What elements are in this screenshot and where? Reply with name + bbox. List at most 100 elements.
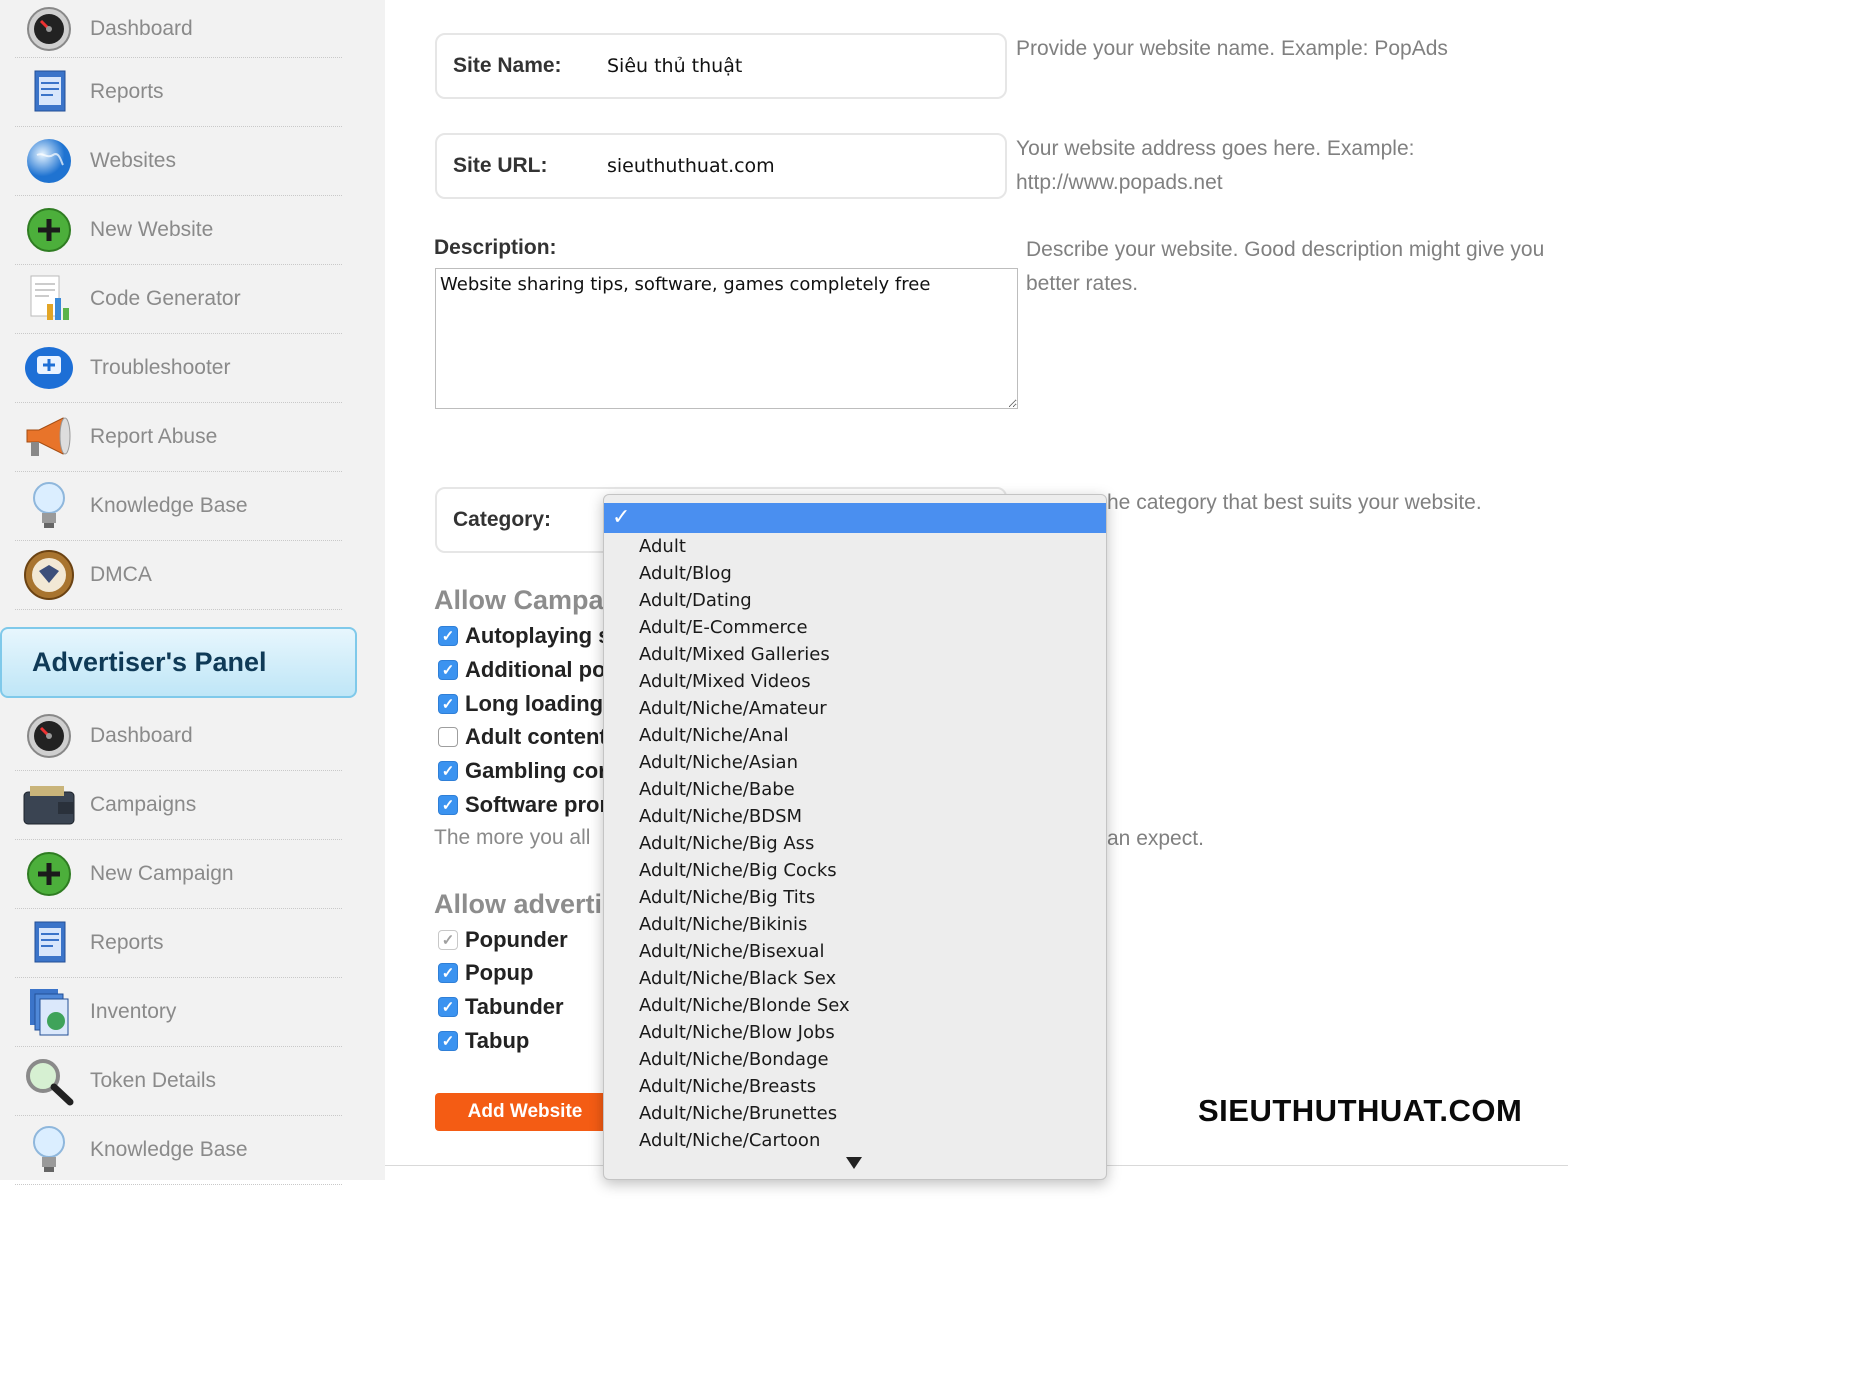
sidebar-item-dmca[interactable]: DMCA xyxy=(15,541,342,610)
category-hint: he category that best suits your website… xyxy=(1107,491,1482,514)
checkbox-checked[interactable]: ✓ xyxy=(438,660,458,680)
sidebar-item-label: Websites xyxy=(90,149,176,172)
sidebar-item-websites[interactable]: Websites xyxy=(15,127,342,196)
checkbox-checked[interactable]: ✓ xyxy=(438,963,458,983)
category-option[interactable]: Adult/Niche/Breasts xyxy=(604,1073,1106,1100)
sidebar-item-label: Reports xyxy=(90,931,164,954)
sidebar: Dashboard Reports Websites New Website C… xyxy=(0,0,385,1185)
category-option[interactable]: Adult/Niche/Big Tits xyxy=(604,884,1106,911)
description-label: Description: xyxy=(434,236,557,259)
sidebar-item-dashboard[interactable]: Dashboard xyxy=(15,0,342,58)
dashboard-icon xyxy=(19,0,79,59)
site-url-label: Site URL: xyxy=(453,154,548,177)
sidebar-item-adv-knowledge-base[interactable]: Knowledge Base xyxy=(15,1116,342,1185)
checkbox-label: Tabup xyxy=(465,1028,530,1053)
campaign-option-additional[interactable]: ✓ Additional po xyxy=(438,655,606,685)
category-option[interactable]: Adult/Niche/Babe xyxy=(604,776,1106,803)
sidebar-item-adv-dashboard[interactable]: Dashboard xyxy=(15,702,342,771)
checkbox-checked[interactable]: ✓ xyxy=(438,626,458,646)
sidebar-item-campaigns[interactable]: Campaigns xyxy=(15,771,342,840)
advertiser-menu: Dashboard Campaigns New Campaign Reports… xyxy=(15,702,342,1185)
category-option[interactable]: Adult/Niche/Black Sex xyxy=(604,965,1106,992)
scroll-down-arrow-icon[interactable] xyxy=(846,1157,862,1169)
campaign-option-long-loading[interactable]: ✓ Long loading xyxy=(438,689,603,719)
checkbox-checked[interactable]: ✓ xyxy=(438,761,458,781)
category-option-empty-selected[interactable]: ✓ xyxy=(604,503,1106,533)
sidebar-item-label: Report Abuse xyxy=(90,425,218,448)
category-option[interactable]: Adult/Niche/BDSM xyxy=(604,803,1106,830)
category-option[interactable]: Adult/Niche/Blow Jobs xyxy=(604,1019,1106,1046)
category-option[interactable]: Adult/Niche/Bisexual xyxy=(604,938,1106,965)
sidebar-item-inventory[interactable]: Inventory xyxy=(15,978,342,1047)
sidebar-item-label: Dashboard xyxy=(90,16,193,40)
plus-icon xyxy=(19,200,79,260)
checkbox-checked[interactable]: ✓ xyxy=(438,694,458,714)
advertiser-panel-title: Advertiser's Panel xyxy=(32,647,267,677)
checkbox-label: Autoplaying s xyxy=(465,623,611,648)
sidebar-item-knowledge-base[interactable]: Knowledge Base xyxy=(15,472,342,541)
troubleshooter-icon xyxy=(19,338,79,398)
category-option[interactable]: Adult/Dating xyxy=(604,587,1106,614)
sidebar-item-troubleshooter[interactable]: Troubleshooter xyxy=(15,334,342,403)
checkbox-label: Additional po xyxy=(465,657,606,682)
category-option[interactable]: Adult/Niche/Bondage xyxy=(604,1046,1106,1073)
category-dropdown-list[interactable]: ✓ Adult Adult/Blog Adult/Dating Adult/E-… xyxy=(603,494,1107,1180)
description-hint-line1: Describe your website. Good description … xyxy=(1026,238,1545,261)
campaign-option-software[interactable]: ✓ Software pror xyxy=(438,790,608,820)
sidebar-item-label: New Website xyxy=(90,218,214,241)
allow-advertising-title: Allow adverti xyxy=(434,889,603,919)
sidebar-item-token-details[interactable]: Token Details xyxy=(15,1047,342,1116)
category-option[interactable]: Adult/Mixed Videos xyxy=(604,668,1106,695)
reports-icon xyxy=(19,62,79,122)
globe-icon xyxy=(19,131,79,191)
lightbulb-icon xyxy=(19,476,79,536)
category-option[interactable]: Adult xyxy=(604,533,1106,560)
sidebar-item-adv-reports[interactable]: Reports xyxy=(15,909,342,978)
site-name-field: Site Name: xyxy=(435,33,1007,99)
sidebar-item-label: New Campaign xyxy=(90,862,234,885)
sidebar-item-code-generator[interactable]: Code Generator xyxy=(15,265,342,334)
ad-option-popunder: ✓ Popunder xyxy=(438,925,568,955)
sidebar-item-label: Knowledge Base xyxy=(90,1138,248,1161)
category-option[interactable]: Adult/E-Commerce xyxy=(604,614,1106,641)
category-option[interactable]: Adult/Niche/Blonde Sex xyxy=(604,992,1106,1019)
category-option[interactable]: Adult/Niche/Amateur xyxy=(604,695,1106,722)
checkbox-label: Popup xyxy=(465,960,534,985)
checkbox-disabled: ✓ xyxy=(438,930,458,950)
dashboard-icon xyxy=(19,706,79,766)
site-url-field: Site URL: xyxy=(435,133,1007,199)
ad-option-tabunder[interactable]: ✓ Tabunder xyxy=(438,992,564,1022)
site-name-input[interactable] xyxy=(607,55,987,77)
sidebar-item-label: Reports xyxy=(90,80,164,103)
campaign-option-gambling[interactable]: ✓ Gambling cor xyxy=(438,756,607,786)
category-option[interactable]: Adult/Niche/Anal xyxy=(604,722,1106,749)
site-name-label: Site Name: xyxy=(453,54,562,77)
category-option[interactable]: Adult/Niche/Cartoon xyxy=(604,1127,1106,1154)
sidebar-item-label: Campaigns xyxy=(90,793,197,816)
category-option[interactable]: Adult/Niche/Bikinis xyxy=(604,911,1106,938)
site-url-hint-line1: Your website address goes here. Example: xyxy=(1016,137,1415,160)
checkbox-checked[interactable]: ✓ xyxy=(438,997,458,1017)
checkbox-label: Long loading xyxy=(465,691,604,716)
sidebar-item-new-website[interactable]: New Website xyxy=(15,196,342,265)
category-option[interactable]: Adult/Niche/Asian xyxy=(604,749,1106,776)
category-option[interactable]: Adult/Blog xyxy=(604,560,1106,587)
add-website-button[interactable]: Add Website xyxy=(435,1093,615,1131)
checkbox-checked[interactable]: ✓ xyxy=(438,1031,458,1051)
sidebar-item-reports[interactable]: Reports xyxy=(15,58,342,127)
ad-option-popup[interactable]: ✓ Popup xyxy=(438,958,533,988)
checkbox-checked[interactable]: ✓ xyxy=(438,795,458,815)
category-option[interactable]: Adult/Niche/Brunettes xyxy=(604,1100,1106,1127)
category-option[interactable]: Adult/Mixed Galleries xyxy=(604,641,1106,668)
campaign-option-adult[interactable]: Adult content xyxy=(438,722,607,752)
sidebar-item-new-campaign[interactable]: New Campaign xyxy=(15,840,342,909)
category-option[interactable]: Adult/Niche/Big Ass xyxy=(604,830,1106,857)
checkbox-unchecked[interactable] xyxy=(438,727,458,747)
category-option[interactable]: Adult/Niche/Big Cocks xyxy=(604,857,1106,884)
description-textarea[interactable]: Website sharing tips, software, games co… xyxy=(435,268,1018,409)
ad-option-tabup[interactable]: ✓ Tabup xyxy=(438,1026,529,1056)
checkbox-label: Popunder xyxy=(465,927,568,952)
site-url-input[interactable] xyxy=(607,155,987,177)
campaign-option-autoplaying[interactable]: ✓ Autoplaying s xyxy=(438,621,610,651)
sidebar-item-report-abuse[interactable]: Report Abuse xyxy=(15,403,342,472)
